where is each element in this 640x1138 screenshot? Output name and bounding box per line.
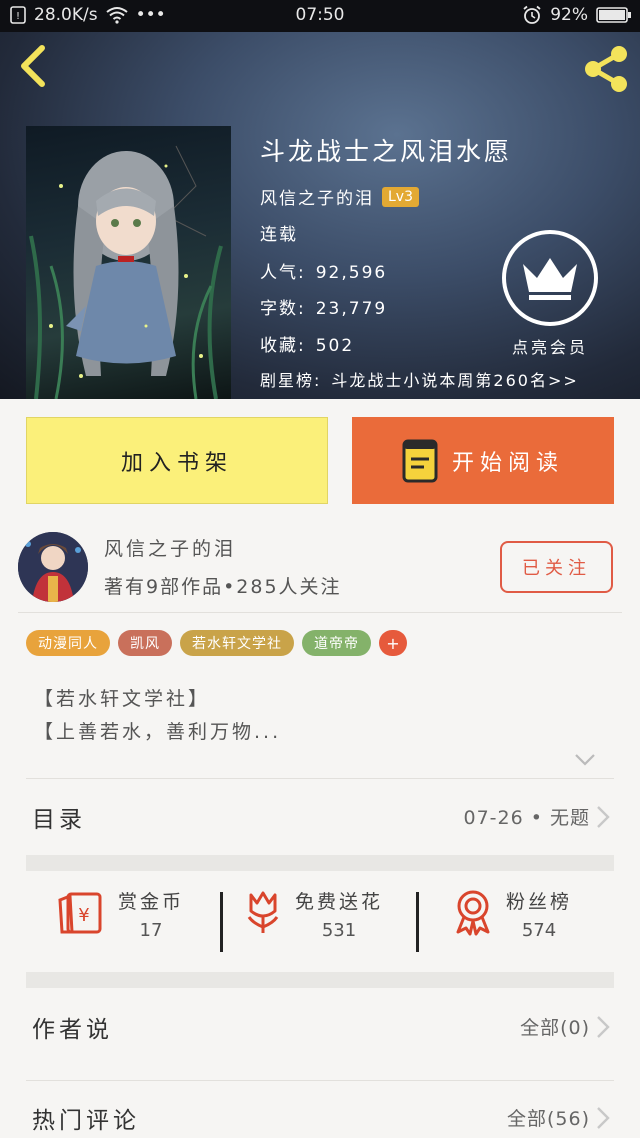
svg-text:¥: ¥ xyxy=(78,905,89,926)
battery-icon xyxy=(596,6,632,24)
divider xyxy=(26,778,614,779)
tag-item[interactable]: 若水轩文学社 xyxy=(180,630,294,656)
word-count-row: 字数: 23,779 xyxy=(260,294,387,319)
intro-line-1: 【若水轩文学社】 xyxy=(34,688,211,710)
flowers-label: 免费送花 xyxy=(295,891,384,913)
popularity-value: 92,596 xyxy=(315,263,388,283)
reward-label: 赏金币 xyxy=(118,891,185,913)
fans-value: 574 xyxy=(521,920,557,941)
section-divider xyxy=(26,972,614,988)
author-stats: 著有9部作品•285人关注 xyxy=(104,576,342,598)
favorites-value: 502 xyxy=(315,336,355,356)
tag-list: 动漫同人 凯风 若水轩文学社 道帝帝 + xyxy=(26,630,407,656)
follow-button[interactable]: 已关注 xyxy=(500,541,613,593)
cover-illustration xyxy=(29,145,223,399)
book-author-row[interactable]: 风信之子的泪 Lv3 xyxy=(260,184,419,209)
author-says-count: 全部(0) xyxy=(520,1017,590,1039)
chevron-right-icon xyxy=(596,805,610,829)
catalog-latest[interactable]: 07-26 • 无题 xyxy=(464,803,611,830)
hot-comments-count: 全部(56) xyxy=(506,1108,590,1130)
flower-icon xyxy=(243,889,283,939)
divider xyxy=(18,612,622,613)
vip-circle xyxy=(502,230,598,326)
rank-label: 剧星榜: xyxy=(260,371,322,390)
author-says-label[interactable]: 作者说 xyxy=(32,1010,113,1044)
section-divider xyxy=(26,855,614,871)
tag-item[interactable]: 道帝帝 xyxy=(302,630,371,656)
tag-item[interactable]: 凯风 xyxy=(118,630,172,656)
catalog-label[interactable]: 目录 xyxy=(32,800,86,834)
divider xyxy=(26,1080,614,1081)
author-avatar[interactable] xyxy=(18,532,88,602)
flowers-value: 531 xyxy=(321,920,357,941)
word-count-value: 23,779 xyxy=(315,299,388,319)
chevron-right-icon xyxy=(596,1106,610,1130)
book-info: 斗龙战士之风泪水愿 风信之子的泪 Lv3 连载 人气: 92,596 字数: 23,… xyxy=(260,132,577,390)
book-icon xyxy=(402,439,438,483)
popularity-row: 人气: 92,596 xyxy=(260,258,387,283)
hot-comments-all[interactable]: 全部(56) xyxy=(507,1104,610,1131)
share-icon xyxy=(585,46,627,92)
book-header: 斗龙战士之风泪水愿 风信之子的泪 Lv3 连载 人气: 92,596 字数: 23,… xyxy=(0,32,640,399)
battery-percent: 92% xyxy=(550,5,588,25)
add-to-shelf-label: 加入书架 xyxy=(120,450,233,476)
share-button[interactable] xyxy=(580,42,632,94)
medal-icon xyxy=(452,888,494,940)
chevron-right-icon xyxy=(596,1015,610,1039)
author-name[interactable]: 风信之子的泪 xyxy=(104,534,236,561)
crown-icon xyxy=(523,258,577,300)
start-reading-button[interactable]: 开始阅读 xyxy=(352,417,614,504)
popularity-label: 人气: xyxy=(260,263,306,283)
stat-divider xyxy=(220,892,223,952)
add-tag-button[interactable]: + xyxy=(379,630,407,656)
status-bar: ! 28.0K/s ••• 07:50 92% xyxy=(0,0,640,32)
red-envelope-icon: ¥ xyxy=(56,888,106,940)
stat-divider xyxy=(416,892,419,952)
chevron-left-icon xyxy=(21,45,45,87)
chevron-down-icon xyxy=(575,754,595,766)
tag-item[interactable]: 动漫同人 xyxy=(26,630,110,656)
reward-value: 17 xyxy=(139,920,163,941)
alarm-icon xyxy=(522,5,542,25)
rank-value[interactable]: 斗龙战士小说本周第260名>> xyxy=(331,371,578,390)
fans-rank-button[interactable]: 粉丝榜 574 xyxy=(452,887,572,941)
vip-button[interactable]: 点亮会员 xyxy=(500,230,600,360)
intro-line-2: 【上善若水，善利万物... xyxy=(34,721,282,743)
vip-label: 点亮会员 xyxy=(511,338,588,357)
free-flowers-button[interactable]: 免费送花 531 xyxy=(243,887,383,941)
reward-coins-button[interactable]: ¥ 赏金币 17 xyxy=(56,887,184,941)
word-count-label: 字数: xyxy=(260,299,306,319)
start-reading-label: 开始阅读 xyxy=(451,450,564,476)
back-button[interactable] xyxy=(14,44,54,88)
fans-label: 粉丝榜 xyxy=(506,891,573,913)
favorites-row: 收藏: 502 xyxy=(260,331,354,356)
add-to-shelf-button[interactable]: 加入书架 xyxy=(26,417,328,504)
avatar-illustration xyxy=(18,532,88,602)
hot-comments-label[interactable]: 热门评论 xyxy=(32,1101,140,1135)
author-level-badge: Lv3 xyxy=(382,186,419,207)
favorites-label: 收藏: xyxy=(260,336,306,356)
rank-row[interactable]: 剧星榜: 斗龙战士小说本周第260名>> xyxy=(260,367,579,391)
book-cover[interactable] xyxy=(26,126,231,399)
catalog-latest-chapter: 07-26 • 无题 xyxy=(463,807,590,829)
expand-intro-button[interactable] xyxy=(574,752,596,771)
author-says-all[interactable]: 全部(0) xyxy=(520,1013,610,1040)
book-author[interactable]: 风信之子的泪 xyxy=(260,184,374,209)
book-status: 连载 xyxy=(260,225,298,245)
follow-label: 已关注 xyxy=(522,558,591,579)
book-title: 斗龙战士之风泪水愿 xyxy=(260,137,513,166)
